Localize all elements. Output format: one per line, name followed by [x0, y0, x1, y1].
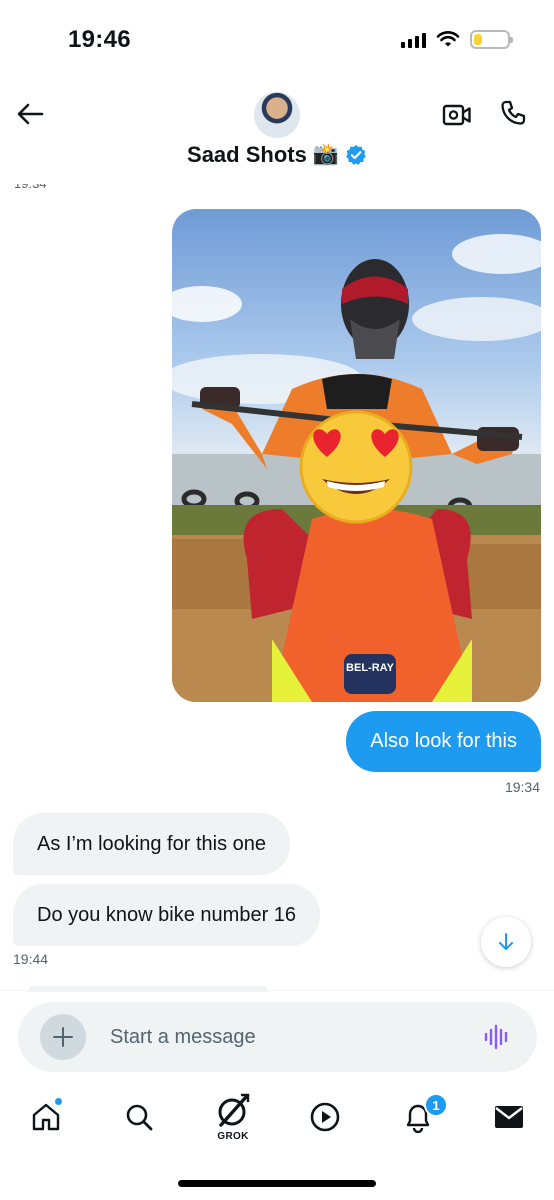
battery-fill — [474, 34, 482, 45]
incoming-message[interactable]: Do you know bike number 16 — [13, 884, 321, 946]
back-button[interactable] — [12, 96, 48, 132]
outgoing-timestamp: 19:34 — [504, 779, 540, 795]
chat-header: Saad Shots 📸 — [0, 80, 554, 184]
scroll-to-bottom-button[interactable] — [481, 917, 531, 967]
wifi-icon — [436, 30, 460, 46]
search-icon — [126, 1104, 153, 1131]
voice-call-button[interactable] — [496, 96, 530, 130]
verified-badge-icon — [346, 145, 366, 165]
svg-text:BEL-RAY: BEL-RAY — [346, 662, 395, 674]
tab-grok[interactable] — [211, 1089, 255, 1133]
plus-icon — [53, 1027, 73, 1047]
incoming-message[interactable]: As I’m looking for this one — [13, 813, 290, 875]
home-notification-dot — [54, 1097, 63, 1106]
incoming-timestamp: 19:44 — [13, 951, 49, 967]
outgoing-message[interactable]: Also look for this — [346, 711, 541, 772]
mail-icon — [495, 1106, 523, 1128]
home-indicator — [178, 1180, 376, 1187]
video-camera-icon — [442, 104, 471, 126]
grok-label: GROK — [217, 1131, 249, 1142]
message-input[interactable] — [110, 1024, 450, 1050]
status-icons — [401, 30, 513, 49]
avatar[interactable] — [254, 92, 300, 138]
camera-emoji: 📸 — [312, 143, 339, 166]
message-composer — [18, 1002, 537, 1072]
video-call-button[interactable] — [440, 98, 474, 132]
bottom-tab-bar: GROK 1 — [0, 1085, 554, 1155]
tab-video[interactable] — [303, 1095, 347, 1139]
audio-wave-icon — [484, 1024, 508, 1050]
tab-search[interactable] — [117, 1095, 161, 1139]
chat-title-row[interactable]: Saad Shots 📸 — [0, 142, 554, 168]
photo-message[interactable]: BEL-RAY — [172, 209, 541, 702]
add-attachment-button[interactable] — [40, 1014, 86, 1060]
chat-title: Saad Shots — [187, 142, 307, 167]
arrow-down-icon — [499, 933, 513, 950]
partial-message-bubble — [28, 986, 268, 992]
notification-badge: 1 — [424, 1093, 448, 1117]
phone-icon — [501, 100, 526, 125]
status-bar: 19:46 — [0, 0, 554, 80]
status-time: 19:46 — [68, 26, 131, 53]
grok-icon — [218, 1093, 250, 1127]
battery-icon — [470, 30, 513, 49]
voice-message-button[interactable] — [482, 1022, 512, 1052]
composer-divider — [0, 990, 554, 991]
tab-messages[interactable] — [487, 1095, 531, 1139]
signal-icon — [401, 32, 426, 48]
motocross-rider-photo: BEL-RAY — [172, 234, 541, 702]
play-icon — [310, 1102, 340, 1132]
back-arrow-icon — [17, 103, 44, 125]
